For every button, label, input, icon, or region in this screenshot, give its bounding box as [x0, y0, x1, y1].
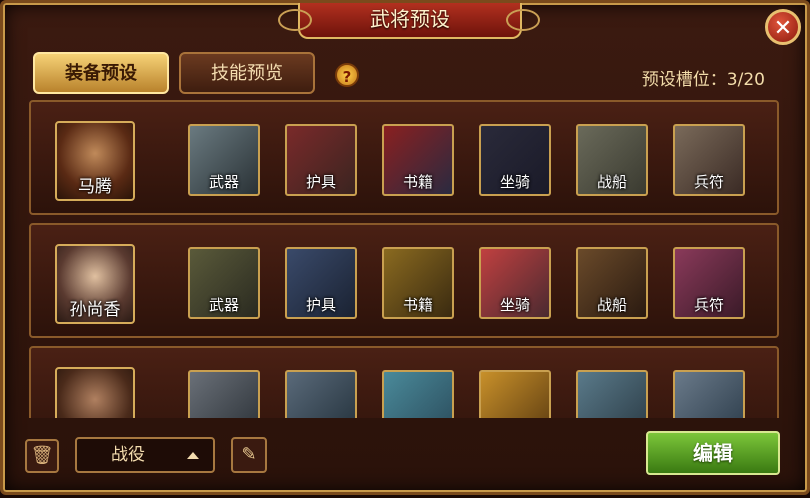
preset-slots-count: 预设槽位：3/20 — [641, 70, 765, 90]
hammer-icon[interactable] — [188, 370, 260, 418]
edit-button[interactable]: 编辑 — [646, 431, 780, 475]
slot-label: 书籍 — [402, 296, 433, 314]
mode-dropdown[interactable]: 战役 — [75, 437, 215, 473]
beast-tally-icon[interactable] — [673, 370, 745, 418]
preset-list[interactable]: 马腾 武器 护具 书籍 坐骑 战船 兵符 孙尚香 武器 护具 书籍 坐骑 战船 … — [29, 100, 781, 418]
slot-label: 武器 — [208, 296, 239, 314]
slot-label: 护具 — [305, 296, 336, 314]
golden-ox-icon[interactable] — [479, 370, 551, 418]
warship-icon[interactable] — [576, 370, 648, 418]
tab-skill-preview[interactable]: 技能预览 — [179, 52, 315, 94]
tiger-mount-icon[interactable]: 坐骑 — [479, 247, 551, 319]
rename-button[interactable]: ✎ — [231, 437, 267, 473]
tab-equipment-preset[interactable]: 装备预设 — [33, 52, 169, 94]
dropdown-value: 战役 — [111, 445, 145, 465]
slot-label: 武器 — [208, 173, 239, 191]
slot-label: 兵符 — [693, 173, 724, 191]
armor-icon[interactable] — [285, 370, 357, 418]
slot-label: 战船 — [596, 296, 627, 314]
caret-up-icon — [187, 452, 199, 459]
hero-name: 孙尚香 — [69, 300, 121, 320]
bow-icon[interactable]: 武器 — [188, 247, 260, 319]
delete-button[interactable]: 🗑 — [25, 439, 59, 473]
slot-label: 坐骑 — [499, 173, 530, 191]
slot-label: 战船 — [596, 173, 627, 191]
horse-icon[interactable]: 坐骑 — [479, 124, 551, 196]
warship-icon[interactable]: 战船 — [576, 247, 648, 319]
title-ornament-right — [506, 9, 540, 31]
close-icon: ✕ — [773, 16, 793, 41]
help-icon[interactable]: ? — [335, 63, 359, 87]
preset-row — [29, 346, 779, 418]
hero-portrait[interactable]: 马腾 — [55, 121, 135, 201]
scroll-icon[interactable] — [382, 370, 454, 418]
slot-label: 书籍 — [402, 173, 433, 191]
window-title: 武将预设 — [298, 3, 522, 39]
book-icon[interactable]: 书籍 — [382, 247, 454, 319]
tiger-tally-icon[interactable]: 兵符 — [673, 124, 745, 196]
bottom-toolbar: 🗑 战役 ✎ 编辑 — [3, 418, 810, 498]
slot-label: 兵符 — [693, 296, 724, 314]
sword-icon[interactable]: 武器 — [188, 124, 260, 196]
slot-label: 坐骑 — [499, 296, 530, 314]
preset-row: 马腾 武器 护具 书籍 坐骑 战船 兵符 — [29, 100, 779, 215]
brush-icon: ✎ — [241, 444, 257, 465]
trash-icon: 🗑 — [30, 445, 54, 466]
phoenix-tally-icon[interactable]: 兵符 — [673, 247, 745, 319]
slot-label: 护具 — [305, 173, 336, 191]
preset-row: 孙尚香 武器 护具 书籍 坐骑 战船 兵符 — [29, 223, 779, 338]
preset-window: 武将预设 ✕ 装备预设 技能预览 ? 预设槽位：3/20 马腾 武器 护具 书籍… — [0, 0, 810, 495]
book-icon[interactable]: 书籍 — [382, 124, 454, 196]
armor-icon[interactable]: 护具 — [285, 247, 357, 319]
hero-portrait[interactable] — [55, 367, 135, 418]
hero-portrait[interactable]: 孙尚香 — [55, 244, 135, 324]
hero-name: 马腾 — [78, 177, 112, 197]
warship-icon[interactable]: 战船 — [576, 124, 648, 196]
close-button[interactable]: ✕ — [765, 9, 801, 45]
armor-icon[interactable]: 护具 — [285, 124, 357, 196]
title-ornament-left — [278, 9, 312, 31]
